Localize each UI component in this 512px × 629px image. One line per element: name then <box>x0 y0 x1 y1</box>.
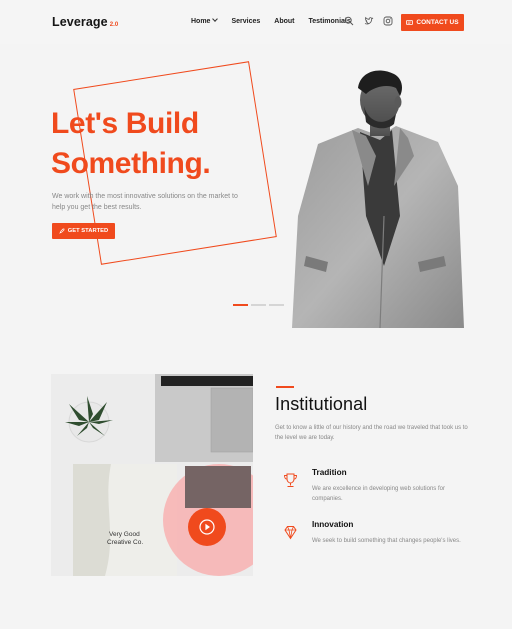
play-icon <box>199 519 215 535</box>
search-icon[interactable] <box>344 16 354 26</box>
institutional-title: Institutional <box>275 394 368 414</box>
hero-slider-dots <box>233 304 284 306</box>
accent-line <box>276 386 294 388</box>
feature-desc-tradition: We are excellence in developing web solu… <box>312 486 445 502</box>
chevron-down-icon <box>212 16 219 22</box>
hero-person-image <box>292 70 464 328</box>
hero-title: Let's Build Something. <box>51 104 211 184</box>
contact-us-label: CONTACT US <box>416 19 459 26</box>
play-video-button[interactable] <box>188 508 226 546</box>
get-started-button[interactable]: GET STARTED <box>52 223 115 239</box>
feature-title-tradition: Tradition <box>312 468 347 477</box>
nav-item-home[interactable]: Home <box>191 16 219 25</box>
desk-illustration: Very Good Creative Co. <box>51 374 253 576</box>
logo-version: 2.0 <box>109 22 119 28</box>
nav-item-about[interactable]: About <box>274 18 294 25</box>
card-text-line1: Very Good <box>109 531 140 538</box>
chat-icon <box>406 19 414 25</box>
feature-desc-innovation: We seek to build something that changes … <box>312 538 461 544</box>
slider-dot-1[interactable] <box>233 304 248 306</box>
contact-us-button[interactable]: CONTACT US <box>401 14 464 31</box>
nav-item-services[interactable]: Services <box>231 18 260 25</box>
slider-dot-3[interactable] <box>269 304 284 306</box>
logo[interactable]: Leverage 2.0 <box>52 15 118 29</box>
navbar: Leverage 2.0 Home Services About Testimon… <box>0 0 512 44</box>
institutional-description: Get to know a little of our history and … <box>275 425 468 441</box>
trophy-icon <box>282 472 299 489</box>
instagram-icon[interactable] <box>383 16 393 26</box>
hero-description: We work with the most innovative solutio… <box>52 193 238 211</box>
slider-dot-2[interactable] <box>251 304 266 306</box>
rocket-icon <box>58 228 65 234</box>
get-started-label: GET STARTED <box>67 228 109 234</box>
diamond-icon <box>282 524 299 541</box>
hero-title-line2: Something. <box>51 147 211 180</box>
institutional-photo: Very Good Creative Co. <box>51 374 253 576</box>
twitter-icon[interactable] <box>364 16 374 26</box>
hero-title-line1: Let's Build <box>51 107 199 140</box>
nav-links: Home Services About Testimonials <box>191 16 351 25</box>
feature-title-innovation: Innovation <box>312 520 354 529</box>
card-text-line2: Creative Co. <box>107 539 143 546</box>
